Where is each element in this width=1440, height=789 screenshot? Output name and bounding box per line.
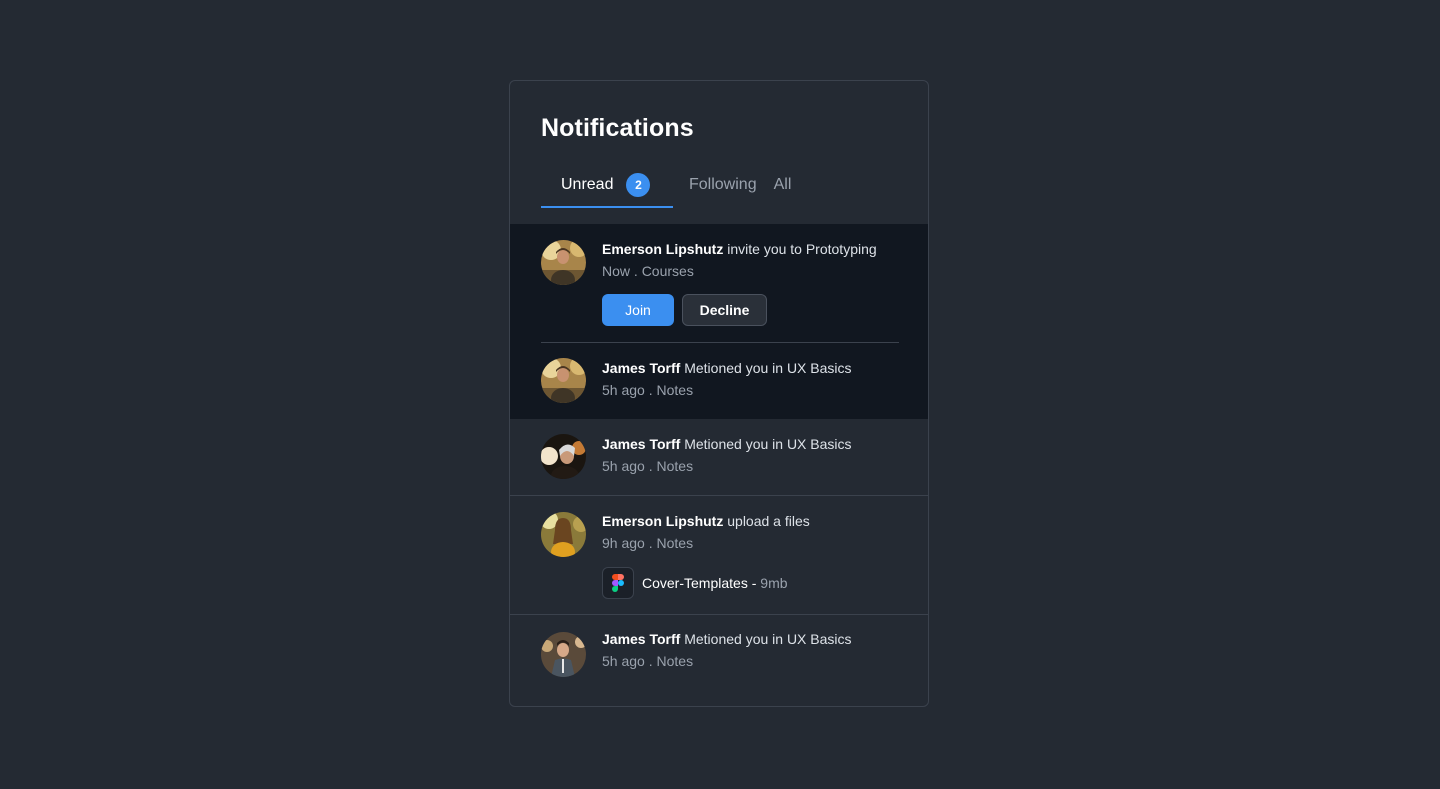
attached-file[interactable]: Cover-Templates - 9mb: [642, 575, 788, 591]
decline-button[interactable]: Decline: [682, 294, 767, 326]
avatar: [541, 434, 586, 479]
file-name: Cover-Templates: [642, 575, 748, 591]
notification-time: 5h ago: [602, 653, 645, 669]
notification-time: 5h ago: [602, 458, 645, 474]
tab-unread-label: Unread: [561, 176, 614, 193]
tab-unread[interactable]: Unread 2: [541, 171, 673, 208]
panel-title: Notifications: [541, 114, 694, 142]
notification-time: 5h ago: [602, 382, 645, 398]
notification-action: invite you to Prototyping: [723, 241, 877, 257]
file-dash: -: [747, 575, 761, 591]
tab-all-label: All: [773, 176, 792, 193]
notification-category: Notes: [656, 382, 694, 398]
join-button[interactable]: Join: [602, 294, 674, 326]
notification-action: Metioned you in UX Basics: [680, 631, 852, 647]
notification-meta: 5h ago . Notes: [602, 382, 693, 398]
avatar: [541, 240, 586, 285]
meta-separator: .: [644, 382, 657, 398]
notification-text: Emerson Lipshutz upload a files: [602, 513, 810, 529]
notification-text: James Torff Metioned you in UX Basics: [602, 631, 852, 647]
notification-meta: 5h ago . Notes: [602, 458, 693, 474]
sender-name: James Torff: [602, 360, 681, 376]
notification-text: Emerson Lipshutz invite you to Prototypi…: [602, 241, 877, 257]
notification-action: Metioned you in UX Basics: [680, 436, 852, 452]
sender-name: Emerson Lipshutz: [602, 241, 724, 257]
meta-separator: .: [644, 653, 657, 669]
notification-meta: 5h ago . Notes: [602, 653, 693, 669]
notification-text: James Torff Metioned you in UX Basics: [602, 436, 852, 452]
notification-meta: 9h ago . Notes: [602, 535, 693, 551]
sender-name: James Torff: [602, 436, 681, 452]
notification-action: Metioned you in UX Basics: [680, 360, 852, 376]
notification-category: Notes: [656, 458, 694, 474]
notification-item[interactable]: James Torff Metioned you in UX Basics 5h…: [510, 419, 928, 495]
tab-bar: Unread 2 Following All: [541, 171, 791, 208]
file-size: 9mb: [760, 575, 788, 591]
unread-count-badge: 2: [626, 173, 651, 197]
notifications-panel: Notifications Unread 2 Following All Eme…: [509, 80, 929, 707]
notification-item[interactable]: Emerson Lipshutz upload a files 9h ago .…: [510, 496, 928, 614]
notification-item[interactable]: James Torff Metioned you in UX Basics 5h…: [510, 615, 928, 706]
tab-following[interactable]: Following: [689, 171, 757, 199]
avatar: [541, 632, 586, 677]
notification-text: James Torff Metioned you in UX Basics: [602, 360, 852, 376]
notification-time: Now: [602, 263, 631, 279]
avatar: [541, 358, 586, 403]
notification-category: Notes: [656, 653, 694, 669]
notification-action: upload a files: [723, 513, 810, 529]
tab-all[interactable]: All: [774, 171, 792, 199]
notification-item[interactable]: James Torff Metioned you in UX Basics 5h…: [510, 343, 928, 419]
avatar: [541, 512, 586, 557]
tab-following-label: Following: [689, 176, 757, 193]
meta-separator: .: [630, 263, 642, 279]
sender-name: James Torff: [602, 631, 681, 647]
notification-item[interactable]: Emerson Lipshutz invite you to Prototypi…: [510, 224, 928, 342]
notification-meta: Now . Courses: [602, 263, 694, 279]
notification-time: 9h ago: [602, 535, 645, 551]
sender-name: Emerson Lipshutz: [602, 513, 724, 529]
figma-icon: [602, 567, 634, 599]
meta-separator: .: [644, 535, 657, 551]
notification-category: Courses: [641, 263, 694, 279]
meta-separator: .: [644, 458, 657, 474]
notification-category: Notes: [656, 535, 694, 551]
